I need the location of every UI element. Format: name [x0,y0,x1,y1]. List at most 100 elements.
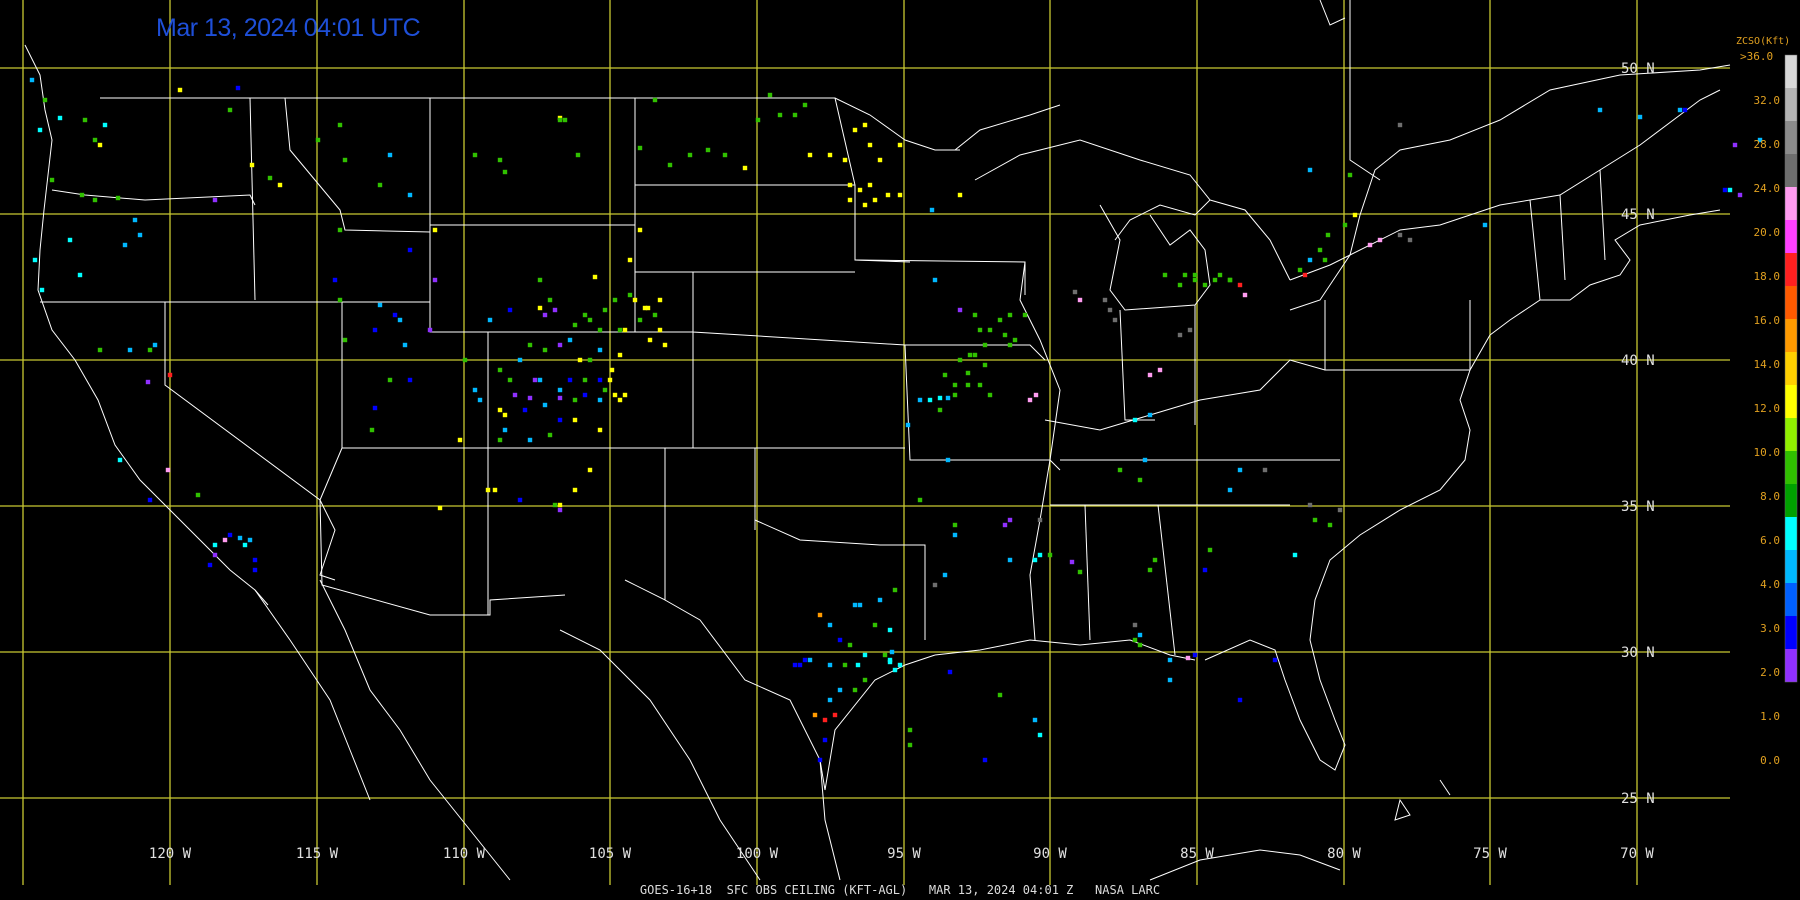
station-observation [972,312,978,318]
station-observation [832,712,838,718]
station-observation [1002,332,1008,338]
station-observation [942,572,948,578]
station-observation [862,677,868,683]
longitude-label: 90 W [1033,846,1067,862]
station-observation [152,342,158,348]
station-observation [1007,517,1013,523]
station-observation [522,407,528,413]
station-observation [557,342,563,348]
station-observation [792,662,798,668]
station-observation [652,97,658,103]
longitude-label: 80 W [1327,846,1361,862]
station-observation [1137,642,1143,648]
station-observation [437,505,443,511]
station-observation [485,487,491,493]
legend-tick-label: 18.0 [1754,270,1781,283]
station-observation [92,137,98,143]
station-observation [952,392,958,398]
station-observation [1182,272,1188,278]
ceiling-map: 50 N 45 N 40 N 35 N 30 N 25 N 120 W 115 W 110 W 1… [0,0,1798,885]
station-observation [402,342,408,348]
station-observation [582,392,588,398]
station-observation [267,175,273,181]
legend-color-swatch [1785,649,1797,682]
latitude-label: 25 N [1621,791,1655,807]
longitude-label: 120 W [149,846,192,862]
station-observation [705,147,711,153]
station-observation [147,497,153,503]
station-observation [952,522,958,528]
station-observation [1192,272,1198,278]
station-observation [1032,717,1038,723]
station-observation [132,217,138,223]
station-observation [1407,237,1413,243]
station-observation [1317,247,1323,253]
station-observation [167,372,173,378]
station-observation [1002,522,1008,528]
station-observation [249,162,255,168]
longitude-label: 70 W [1620,846,1654,862]
station-observation [1147,372,1153,378]
station-observation [852,602,858,608]
station-observation [1012,337,1018,343]
station-observation [1307,257,1313,263]
station-observation [927,397,933,403]
station-observation [917,397,923,403]
station-observation [1367,242,1373,248]
station-observation [777,112,783,118]
legend-color-swatch [1785,187,1797,220]
station-observation [1077,569,1083,575]
station-observation [1142,457,1148,463]
station-observation [1167,657,1173,663]
station-observation [537,277,543,283]
station-observation [632,297,638,303]
station-observation [372,405,378,411]
station-observation [1327,522,1333,528]
station-observation [1297,267,1303,273]
station-observation [562,117,568,123]
station-observation [392,312,398,318]
station-observation [557,417,563,423]
station-observation [457,437,463,443]
station-observation [609,367,615,373]
station-observation [102,122,108,128]
station-observation [947,669,953,675]
station-observation [242,542,248,548]
station-observation [1347,172,1353,178]
station-observation [472,152,478,158]
station-observation [1167,677,1173,683]
station-observation [965,382,971,388]
legend-color-swatch [1785,286,1797,319]
station-observation [1227,277,1233,283]
station-observation [1187,327,1193,333]
station-observation [29,77,35,83]
station-observation [872,622,878,628]
station-observation [542,402,548,408]
grid-labels: 50 N 45 N 40 N 35 N 30 N 25 N 120 W 115 W 110 W 1… [149,61,1655,862]
station-observation [637,317,643,323]
station-observation [802,102,808,108]
station-observation [792,112,798,118]
station-observation [1342,222,1348,228]
legend-color-swatch [1785,88,1797,121]
station-observation [722,152,728,158]
station-observation [897,192,903,198]
station-observation [1237,697,1243,703]
station-observation [742,165,748,171]
station-observation [337,227,343,233]
station-observation [497,367,503,373]
station-observation [755,117,761,123]
station-observation [1007,557,1013,563]
station-observation [502,169,508,175]
station-observation [577,357,583,363]
station-observation [645,305,651,311]
legend-color-swatch [1785,319,1797,352]
station-observation [397,317,403,323]
station-observation [887,659,893,665]
station-observation [817,612,823,618]
station-observation [1337,507,1343,513]
station-observation [855,662,861,668]
station-observation [212,542,218,548]
station-observation [987,327,993,333]
legend-tick-label: 6.0 [1760,534,1780,547]
